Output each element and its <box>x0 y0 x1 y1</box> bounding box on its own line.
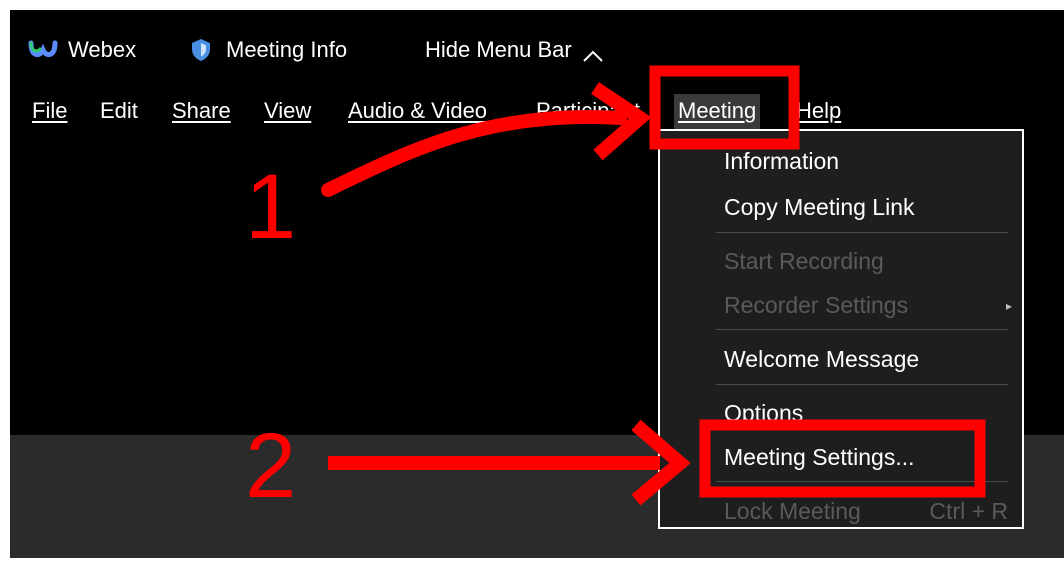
information-label: Information <box>724 148 840 174</box>
meeting-settings-label: Meeting Settings... <box>724 444 915 470</box>
menu-meeting-label: Meeting <box>678 98 757 123</box>
menu-item-welcome-message[interactable]: Welcome Message <box>724 339 919 379</box>
hide-menu-bar-button[interactable]: Hide Menu Bar <box>425 37 604 63</box>
menu-separator <box>716 481 1008 482</box>
hide-menu-bar-label: Hide Menu Bar <box>425 37 572 62</box>
meeting-dropdown-menu: Information Copy Meeting Link Start Reco… <box>658 129 1024 529</box>
welcome-message-label: Welcome Message <box>724 346 920 372</box>
menu-edit-label: Edit <box>100 98 138 123</box>
lock-meeting-label: Lock Meeting <box>724 498 861 524</box>
lock-meeting-shortcut: Ctrl + R <box>929 498 1008 524</box>
menu-separator <box>716 384 1008 385</box>
menu-item-options[interactable]: Options <box>724 393 803 433</box>
menu-item-recorder-settings: Recorder Settings <box>724 285 1010 325</box>
menu-file-label: File <box>32 98 68 123</box>
menu-audio-video[interactable]: Audio & Video <box>344 94 491 130</box>
copy-meeting-link-label: Copy Meeting Link <box>724 194 915 220</box>
menu-edit[interactable]: Edit <box>96 94 142 130</box>
menu-bar: File Edit Share View Audio & Video Parti… <box>10 94 1064 130</box>
webex-logo-icon <box>28 39 58 61</box>
menu-participant[interactable]: Participant <box>532 94 644 130</box>
start-recording-label: Start Recording <box>724 248 884 274</box>
menu-view-label: View <box>264 98 312 123</box>
menu-audio-video-label: Audio & Video <box>348 98 488 123</box>
menu-separator <box>716 232 1008 233</box>
menu-view[interactable]: View <box>260 94 315 130</box>
submenu-arrow-icon: ▸ <box>1005 299 1012 313</box>
menu-item-start-recording: Start Recording <box>724 241 884 281</box>
menu-meeting[interactable]: Meeting <box>674 94 761 130</box>
menu-item-meeting-settings[interactable]: Meeting Settings... <box>724 437 915 477</box>
webex-app-label[interactable]: Webex <box>28 37 136 63</box>
options-label: Options <box>724 400 804 426</box>
menu-participant-label: Participant <box>536 98 640 123</box>
meeting-info-button[interactable]: Meeting Info <box>190 37 347 63</box>
menu-separator <box>716 329 1008 330</box>
recorder-settings-label: Recorder Settings <box>724 292 909 318</box>
menu-share-label: Share <box>172 98 231 123</box>
menu-share[interactable]: Share <box>168 94 235 130</box>
menu-help-label: Help <box>796 98 842 123</box>
shield-icon <box>190 38 212 62</box>
menu-file[interactable]: File <box>28 94 71 130</box>
menu-item-information[interactable]: Information <box>724 141 839 181</box>
meeting-info-label: Meeting Info <box>226 37 348 62</box>
chevron-up-icon <box>582 43 604 62</box>
menu-item-copy-meeting-link[interactable]: Copy Meeting Link <box>724 187 915 227</box>
menu-help[interactable]: Help <box>792 94 845 130</box>
app-name: Webex <box>68 37 137 62</box>
